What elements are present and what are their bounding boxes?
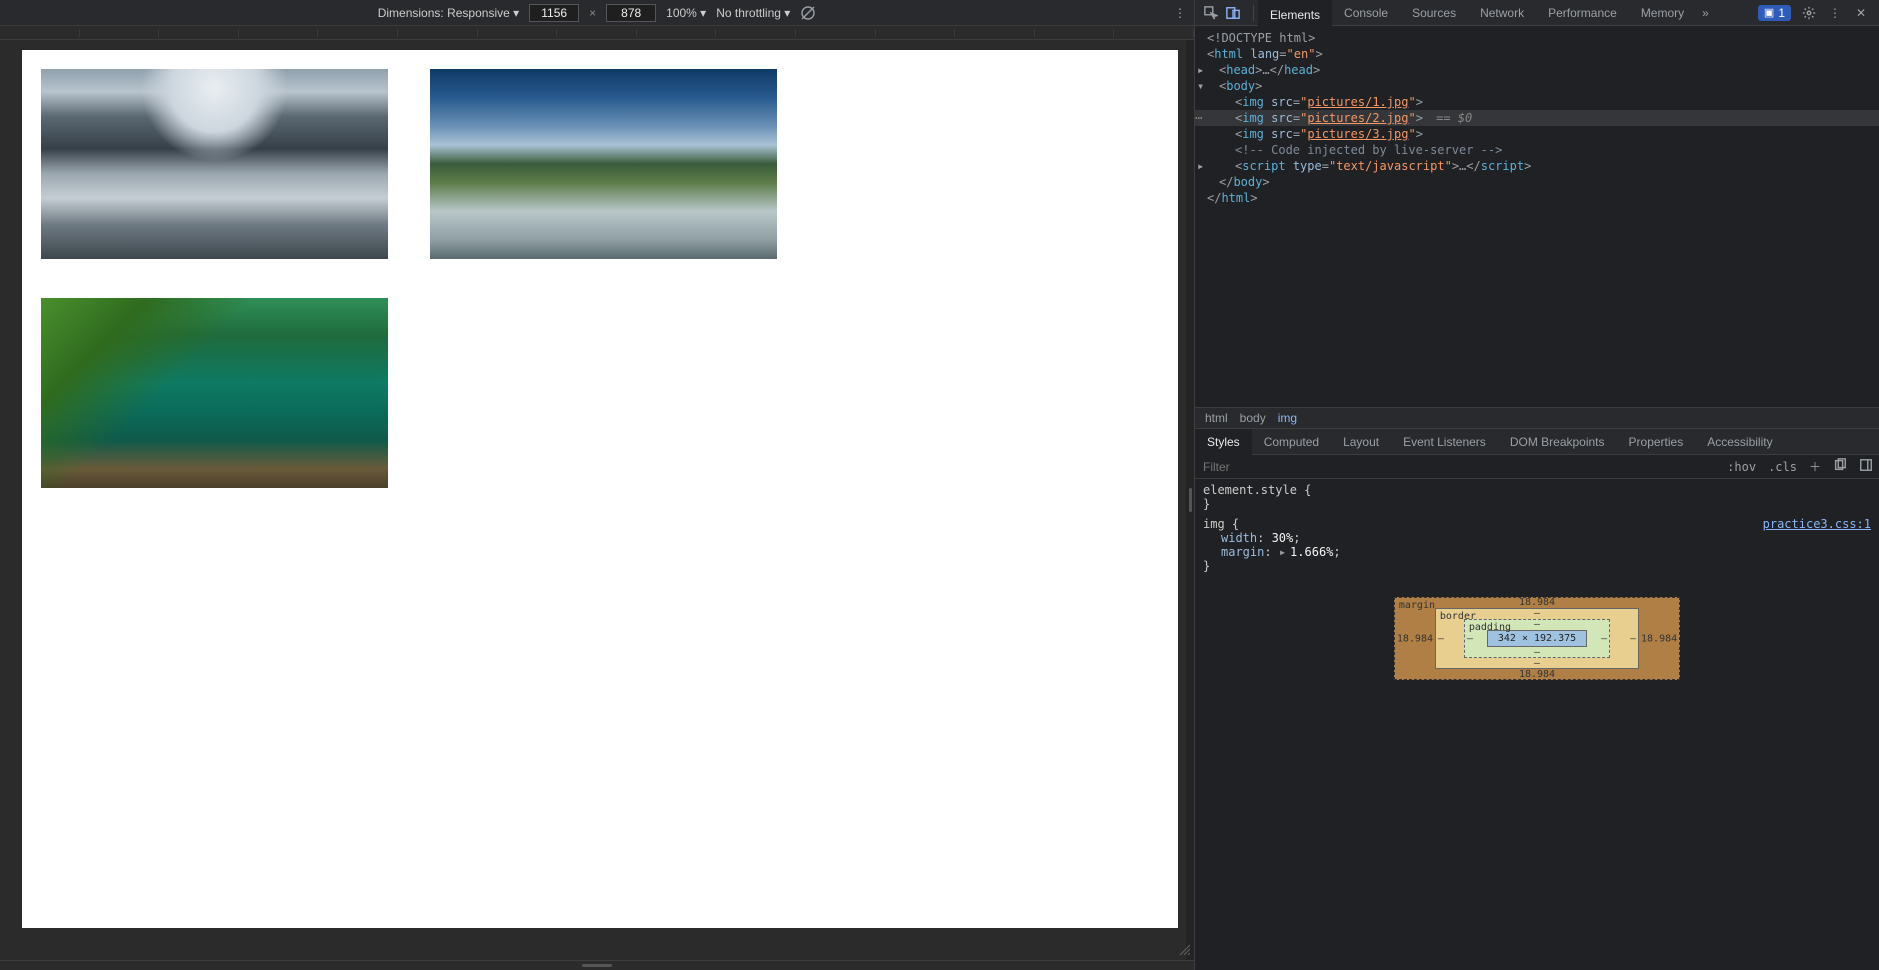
tab-performance[interactable]: Performance <box>1536 0 1629 26</box>
prop-margin[interactable]: margin: ▸1.666%; <box>1203 545 1871 559</box>
tab-memory[interactable]: Memory <box>1629 0 1696 26</box>
dimension-x: × <box>589 6 596 20</box>
close-devtools-icon[interactable]: ✕ <box>1853 5 1869 21</box>
inspect-element-icon[interactable] <box>1203 5 1219 21</box>
panel-splitter[interactable] <box>1186 40 1194 960</box>
dimensions-dropdown[interactable]: Dimensions: Responsive ▾ <box>378 6 519 20</box>
hov-toggle[interactable]: :hov <box>1721 460 1762 474</box>
subtab-accessibility[interactable]: Accessibility <box>1695 429 1784 455</box>
rotate-icon[interactable] <box>800 5 816 21</box>
device-toolbar: Dimensions: Responsive ▾ × 100% ▾ No thr… <box>0 0 1194 26</box>
tab-console[interactable]: Console <box>1332 0 1400 26</box>
subtab-computed[interactable]: Computed <box>1252 429 1331 455</box>
devtools-menu-icon[interactable]: ⋮ <box>1827 5 1843 21</box>
collapse-body-icon[interactable]: ▾ <box>1197 79 1207 93</box>
tab-elements[interactable]: Elements <box>1258 0 1332 26</box>
viewport-height-input[interactable] <box>606 4 656 22</box>
box-model-border[interactable]: border – – – – padding – – – – 342 × 192… <box>1435 608 1639 669</box>
box-model: margin 18.984 18.984 18.984 18.984 borde… <box>1195 577 1879 970</box>
settings-gear-icon[interactable] <box>1801 5 1817 21</box>
styles-filter-input[interactable] <box>1195 460 1721 474</box>
computed-sidebar-icon[interactable] <box>1853 458 1879 475</box>
box-model-margin[interactable]: margin 18.984 18.984 18.984 18.984 borde… <box>1394 597 1680 680</box>
styles-rules[interactable]: element.style { } img {practice3.css:1 w… <box>1195 479 1879 577</box>
resize-handle-icon[interactable] <box>1178 943 1190 958</box>
page-image-2 <box>430 69 777 259</box>
rendered-page <box>22 50 1178 928</box>
page-image-1 <box>41 69 388 259</box>
issues-badge[interactable]: ▣1 <box>1758 5 1791 21</box>
tab-network[interactable]: Network <box>1468 0 1536 26</box>
img-rule[interactable]: img {practice3.css:1 <box>1203 517 1871 531</box>
bc-img[interactable]: img <box>1278 411 1297 425</box>
bc-html[interactable]: html <box>1205 411 1228 425</box>
eq-dollar-zero: == $0 <box>1429 111 1472 125</box>
elements-tree[interactable]: <!DOCTYPE html> <html lang="en"> ▸<head>… <box>1195 26 1879 407</box>
expand-shorthand-icon[interactable]: ▸ <box>1279 545 1286 559</box>
rule-source-link[interactable]: practice3.css:1 <box>1763 517 1871 531</box>
issues-count: 1 <box>1778 5 1785 21</box>
box-model-padding[interactable]: padding – – – – 342 × 192.375 <box>1464 619 1610 658</box>
device-toolbar-menu-icon[interactable]: ⋮ <box>1174 6 1186 20</box>
subtab-dom-breakpoints[interactable]: DOM Breakpoints <box>1498 429 1617 455</box>
subtab-layout[interactable]: Layout <box>1331 429 1391 455</box>
tree-img-3[interactable]: <img src="pictures/3.jpg"> <box>1195 126 1879 142</box>
doctype: <!DOCTYPE html> <box>1207 31 1315 45</box>
new-style-rule-icon[interactable]: ＋ <box>1803 458 1827 475</box>
element-style-rule[interactable]: element.style { <box>1203 483 1871 497</box>
zoom-dropdown[interactable]: 100% ▾ <box>666 6 706 20</box>
tree-img-2-selected[interactable]: ⋯<img src="pictures/2.jpg"> == $0 <box>1195 110 1879 126</box>
subtab-properties[interactable]: Properties <box>1617 429 1696 455</box>
throttling-dropdown[interactable]: No throttling ▾ <box>716 6 790 20</box>
tab-sources[interactable]: Sources <box>1400 0 1468 26</box>
drawer-toggle[interactable] <box>0 960 1194 970</box>
breadcrumb: html body img <box>1195 407 1879 429</box>
copy-styles-icon[interactable] <box>1827 458 1853 475</box>
cls-toggle[interactable]: .cls <box>1762 460 1803 474</box>
prop-width[interactable]: width: 30%; <box>1203 531 1871 545</box>
ruler <box>0 26 1194 40</box>
styles-subtabs: Styles Computed Layout Event Listeners D… <box>1195 429 1879 455</box>
tree-img-1[interactable]: <img src="pictures/1.jpg"> <box>1195 94 1879 110</box>
tabs-overflow-icon[interactable]: » <box>1696 6 1715 20</box>
expand-script-icon[interactable]: ▸ <box>1197 159 1207 173</box>
line-actions-icon[interactable]: ⋯ <box>1195 111 1202 125</box>
toggle-device-toolbar-icon[interactable] <box>1225 5 1241 21</box>
expand-head-icon[interactable]: ▸ <box>1197 63 1207 77</box>
styles-filter-row: :hov .cls ＋ <box>1195 455 1879 479</box>
page-image-3 <box>41 298 388 488</box>
tree-comment: <!-- Code injected by live-server --> <box>1235 143 1502 157</box>
issue-icon: ▣ <box>1764 5 1774 21</box>
subtab-styles[interactable]: Styles <box>1195 429 1252 455</box>
viewport-width-input[interactable] <box>529 4 579 22</box>
devtools-tabbar: Elements Console Sources Network Perform… <box>1195 0 1879 26</box>
subtab-event-listeners[interactable]: Event Listeners <box>1391 429 1498 455</box>
bc-body[interactable]: body <box>1240 411 1266 425</box>
